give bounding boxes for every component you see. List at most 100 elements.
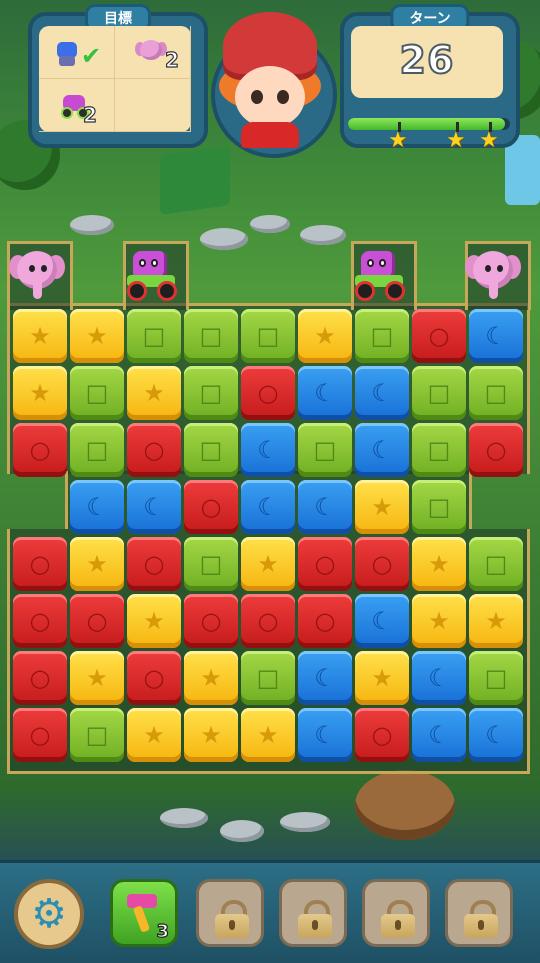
square-symbol-icon: □: [256, 664, 280, 692]
red-circle-block[interactable]: ○: [241, 594, 295, 648]
background-house: [160, 145, 230, 215]
green-square-block[interactable]: □: [184, 537, 238, 591]
blue-moon-block[interactable]: ☾: [469, 708, 523, 762]
yellow-star-block[interactable]: ★: [184, 651, 238, 705]
red-circle-block[interactable]: ○: [13, 537, 67, 591]
lock-icon: [464, 900, 498, 938]
red-circle-block[interactable]: ○: [127, 537, 181, 591]
red-circle-block[interactable]: ○: [298, 537, 352, 591]
locked-booster-slot[interactable]: [279, 879, 347, 947]
red-circle-block[interactable]: ○: [412, 309, 466, 363]
yellow-star-block[interactable]: ★: [127, 708, 181, 762]
yellow-star-block[interactable]: ★: [127, 594, 181, 648]
yellow-star-block[interactable]: ★: [70, 651, 124, 705]
green-square-block[interactable]: □: [241, 651, 295, 705]
blue-moon-block[interactable]: ☾: [298, 651, 352, 705]
green-square-block[interactable]: □: [412, 480, 466, 534]
yellow-star-block[interactable]: ★: [469, 594, 523, 648]
yellow-star-block[interactable]: ★: [13, 309, 67, 363]
green-square-block[interactable]: □: [412, 423, 466, 477]
elephant-icon: [135, 38, 167, 66]
blue-moon-block[interactable]: ☾: [469, 309, 523, 363]
yellow-star-block[interactable]: ★: [412, 594, 466, 648]
red-circle-block[interactable]: ○: [298, 594, 352, 648]
blue-moon-block[interactable]: ☾: [355, 423, 409, 477]
green-square-block[interactable]: □: [469, 537, 523, 591]
yellow-star-block[interactable]: ★: [13, 366, 67, 420]
circle-symbol-icon: ○: [257, 607, 279, 635]
star-symbol-icon: ★: [428, 607, 450, 635]
red-circle-block[interactable]: ○: [355, 537, 409, 591]
green-square-block[interactable]: □: [469, 366, 523, 420]
star-symbol-icon: ★: [200, 664, 222, 692]
yellow-star-block[interactable]: ★: [127, 366, 181, 420]
yellow-star-block[interactable]: ★: [70, 537, 124, 591]
yellow-star-block[interactable]: ★: [298, 309, 352, 363]
red-circle-block[interactable]: ○: [13, 423, 67, 477]
red-circle-block[interactable]: ○: [70, 594, 124, 648]
red-circle-block[interactable]: ○: [241, 366, 295, 420]
blue-moon-block[interactable]: ☾: [298, 708, 352, 762]
goal-count: 2: [82, 102, 97, 127]
green-square-block[interactable]: □: [412, 366, 466, 420]
yellow-star-block[interactable]: ★: [355, 651, 409, 705]
star-symbol-icon: ★: [29, 322, 51, 350]
blue-moon-block[interactable]: ☾: [70, 480, 124, 534]
green-square-block[interactable]: □: [184, 366, 238, 420]
green-square-block[interactable]: □: [241, 309, 295, 363]
square-symbol-icon: □: [427, 379, 451, 407]
turns-panel: ターン 26 ★ ★ ★: [340, 4, 520, 152]
locked-booster-slot[interactable]: [196, 879, 264, 947]
yellow-star-block[interactable]: ★: [355, 480, 409, 534]
green-square-block[interactable]: □: [184, 423, 238, 477]
hammer-icon: [121, 888, 161, 933]
yellow-star-block[interactable]: ★: [184, 708, 238, 762]
star-symbol-icon: ★: [86, 550, 108, 578]
green-square-block[interactable]: □: [469, 651, 523, 705]
red-circle-block[interactable]: ○: [127, 651, 181, 705]
green-square-block[interactable]: □: [127, 309, 181, 363]
red-circle-block[interactable]: ○: [184, 594, 238, 648]
blue-moon-block[interactable]: ☾: [412, 708, 466, 762]
gear-icon: ⚙: [31, 891, 67, 937]
locked-booster-slot[interactable]: [445, 879, 513, 947]
blue-moon-block[interactable]: ☾: [298, 480, 352, 534]
hammer-booster-button[interactable]: 3: [110, 879, 178, 947]
circle-symbol-icon: ○: [143, 436, 165, 464]
red-circle-block[interactable]: ○: [127, 423, 181, 477]
goal-count: 2: [164, 47, 179, 72]
green-square-block[interactable]: □: [70, 708, 124, 762]
blue-moon-block[interactable]: ☾: [241, 480, 295, 534]
settings-button[interactable]: ⚙: [14, 879, 84, 949]
blue-moon-block[interactable]: ☾: [412, 651, 466, 705]
blue-moon-block[interactable]: ☾: [355, 594, 409, 648]
blue-moon-block[interactable]: ☾: [298, 366, 352, 420]
blue-moon-block[interactable]: ☾: [127, 480, 181, 534]
blue-moon-block[interactable]: ☾: [241, 423, 295, 477]
star-icon: ★: [446, 128, 466, 153]
yellow-star-block[interactable]: ★: [70, 309, 124, 363]
red-circle-block[interactable]: ○: [13, 708, 67, 762]
green-square-block[interactable]: □: [355, 309, 409, 363]
green-square-block[interactable]: □: [70, 423, 124, 477]
booster-bar: ⚙ 3: [0, 860, 540, 963]
yellow-star-block[interactable]: ★: [412, 537, 466, 591]
locked-booster-slot[interactable]: [362, 879, 430, 947]
red-circle-block[interactable]: ○: [13, 594, 67, 648]
red-circle-block[interactable]: ○: [184, 480, 238, 534]
check-icon: ✔: [81, 42, 102, 70]
green-square-block[interactable]: □: [184, 309, 238, 363]
star-symbol-icon: ★: [143, 607, 165, 635]
square-symbol-icon: □: [256, 322, 280, 350]
red-circle-block[interactable]: ○: [355, 708, 409, 762]
yellow-star-block[interactable]: ★: [241, 708, 295, 762]
green-square-block[interactable]: □: [70, 366, 124, 420]
green-square-block[interactable]: □: [298, 423, 352, 477]
red-circle-block[interactable]: ○: [13, 651, 67, 705]
blue-moon-block[interactable]: ☾: [355, 366, 409, 420]
circle-symbol-icon: ○: [200, 607, 222, 635]
square-symbol-icon: □: [313, 436, 337, 464]
yellow-star-block[interactable]: ★: [241, 537, 295, 591]
star-icon: ★: [479, 128, 499, 153]
red-circle-block[interactable]: ○: [469, 423, 523, 477]
